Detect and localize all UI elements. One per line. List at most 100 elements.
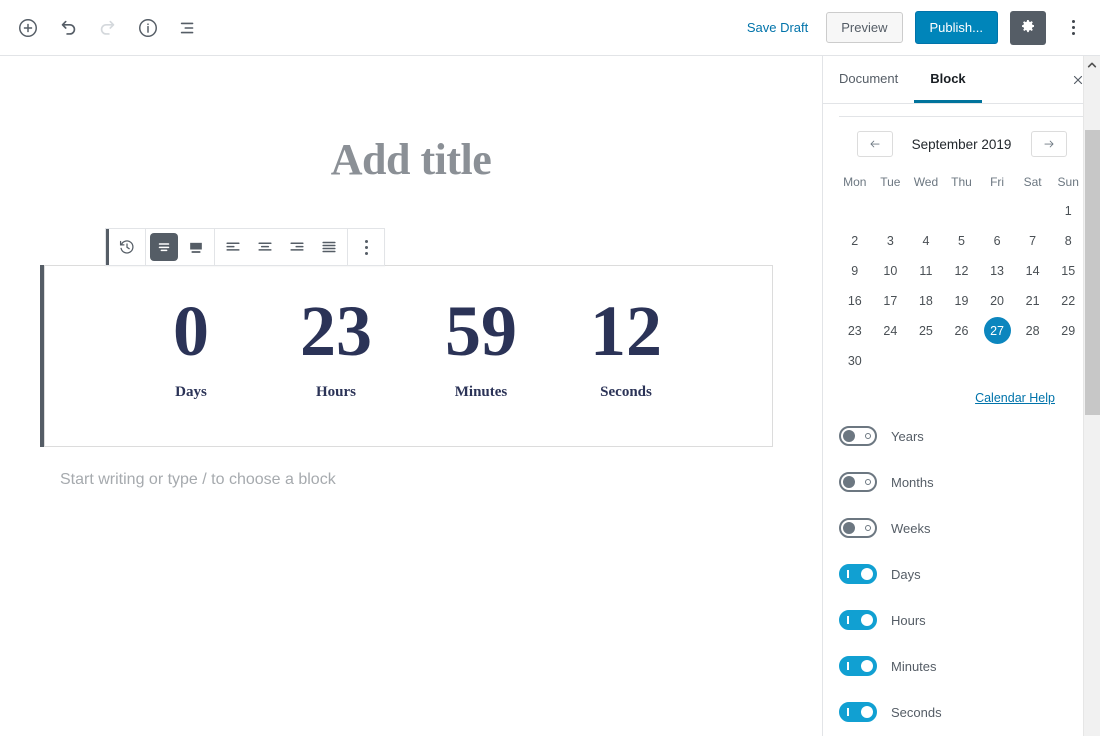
calendar-day[interactable]: 10 [873,256,909,285]
calendar-day-number: 4 [912,227,939,254]
calendar-day[interactable]: 23 [837,316,873,345]
paragraph-placeholder[interactable]: Start writing or type / to choose a bloc… [60,471,336,489]
align-justify-icon[interactable] [313,229,345,265]
calendar-help-link[interactable]: Calendar Help [975,391,1055,405]
settings-sidebar: Document Block September 2019 Mo [822,56,1100,736]
calendar-day[interactable]: 5 [944,226,980,255]
calendar-day[interactable]: 14 [1015,256,1051,285]
calendar-day[interactable]: 17 [873,286,909,315]
calendar-day-selected[interactable]: 27 [979,316,1015,345]
countdown-label: Minutes [409,384,554,401]
calendar-day[interactable]: 26 [944,316,980,345]
calendar-prev-button[interactable] [857,131,893,157]
toggle-switch-hours[interactable] [839,610,877,630]
sidebar-tabs: Document Block [823,56,1100,104]
calendar-day-number: 12 [948,257,975,284]
post-title-input[interactable]: Add title [0,134,822,185]
toggle-dot [865,479,871,485]
calendar-day[interactable]: 1 [1050,196,1086,225]
calendar-day[interactable]: 8 [1050,226,1086,255]
calendar-day[interactable]: 11 [908,256,944,285]
calendar-nav: September 2019 [823,131,1100,157]
toggle-switch-seconds[interactable] [839,702,877,722]
toggle-switch-days[interactable] [839,564,877,584]
calendar-day-number: 23 [841,317,868,344]
calendar-day[interactable]: 16 [837,286,873,315]
calendar-day[interactable]: 2 [837,226,873,255]
undo-button[interactable] [50,10,86,46]
countdown-label: Days [119,384,264,401]
more-menu-button[interactable] [1058,11,1088,45]
toggle-bar [847,616,849,624]
toggle-row-hours: Hours [823,597,1100,643]
save-draft-button[interactable]: Save Draft [741,16,814,39]
calendar-day[interactable]: 18 [908,286,944,315]
sidebar-scrollbar[interactable] [1083,56,1100,736]
chevron-up-icon[interactable] [1084,56,1100,73]
settings-button[interactable] [1010,11,1046,45]
countdown-value: 23 [264,294,409,370]
toggle-knob [843,430,855,442]
calendar-day[interactable]: 24 [873,316,909,345]
calendar-day-number: 22 [1055,287,1082,314]
publish-button[interactable]: Publish... [915,11,998,44]
calendar-day-number: 19 [948,287,975,314]
content-info-button[interactable] [130,10,166,46]
calendar-next-button[interactable] [1031,131,1067,157]
calendar-day-number: 8 [1055,227,1082,254]
calendar-weekday: Wed [908,169,944,195]
scrollbar-thumb[interactable] [1085,130,1100,415]
calendar-day-empty [944,196,980,225]
block-options-group [348,229,384,265]
top-bar-actions: Save Draft Preview Publish... [741,11,1100,45]
toggle-bar [847,570,849,578]
toggle-label: Years [891,429,924,444]
calendar-day-empty [1015,196,1051,225]
calendar-day[interactable]: 21 [1015,286,1051,315]
redo-button[interactable] [90,10,126,46]
calendar-day[interactable]: 20 [979,286,1015,315]
calendar-day[interactable]: 6 [979,226,1015,255]
countdown-block-icon[interactable] [111,229,143,265]
calendar-day[interactable]: 12 [944,256,980,285]
block-style-stacked-icon[interactable] [150,233,178,261]
calendar-day-number: 18 [912,287,939,314]
calendar-weekday: Tue [873,169,909,195]
calendar-day[interactable]: 19 [944,286,980,315]
calendar-day[interactable]: 3 [873,226,909,255]
calendar-day[interactable]: 25 [908,316,944,345]
calendar-day[interactable]: 9 [837,256,873,285]
countdown-unit-seconds: 12 Seconds [554,294,699,401]
block-navigation-button[interactable] [170,10,206,46]
countdown-block[interactable]: 0 Days 23 Hours 59 Minutes 12 Seconds [44,265,773,447]
toggle-knob [861,614,873,626]
kebab-dot [365,252,368,255]
calendar-day[interactable]: 22 [1050,286,1086,315]
preview-button[interactable]: Preview [826,12,902,43]
tab-block[interactable]: Block [914,56,981,103]
unit-toggle-list: YearsMonthsWeeksDaysHoursMinutesSeconds [823,413,1100,735]
countdown-unit-days: 0 Days [119,294,264,401]
add-block-button[interactable] [10,10,46,46]
toggle-switch-months[interactable] [839,472,877,492]
calendar-day[interactable]: 4 [908,226,944,255]
align-left-icon[interactable] [217,229,249,265]
block-style-boxed-icon[interactable] [180,229,212,265]
calendar-day[interactable]: 29 [1050,316,1086,345]
align-center-icon[interactable] [249,229,281,265]
toggle-switch-minutes[interactable] [839,656,877,676]
block-toolbar [105,228,385,266]
toggle-switch-years[interactable] [839,426,877,446]
calendar-day[interactable]: 30 [837,346,873,375]
calendar-day[interactable]: 15 [1050,256,1086,285]
kebab-dot [1072,26,1075,29]
block-options-icon[interactable] [350,229,382,265]
toggle-knob [861,660,873,672]
calendar-day[interactable]: 7 [1015,226,1051,255]
calendar-day[interactable]: 13 [979,256,1015,285]
toggle-switch-weeks[interactable] [839,518,877,538]
align-right-icon[interactable] [281,229,313,265]
toggle-knob [843,476,855,488]
tab-document[interactable]: Document [823,56,914,103]
calendar-day[interactable]: 28 [1015,316,1051,345]
